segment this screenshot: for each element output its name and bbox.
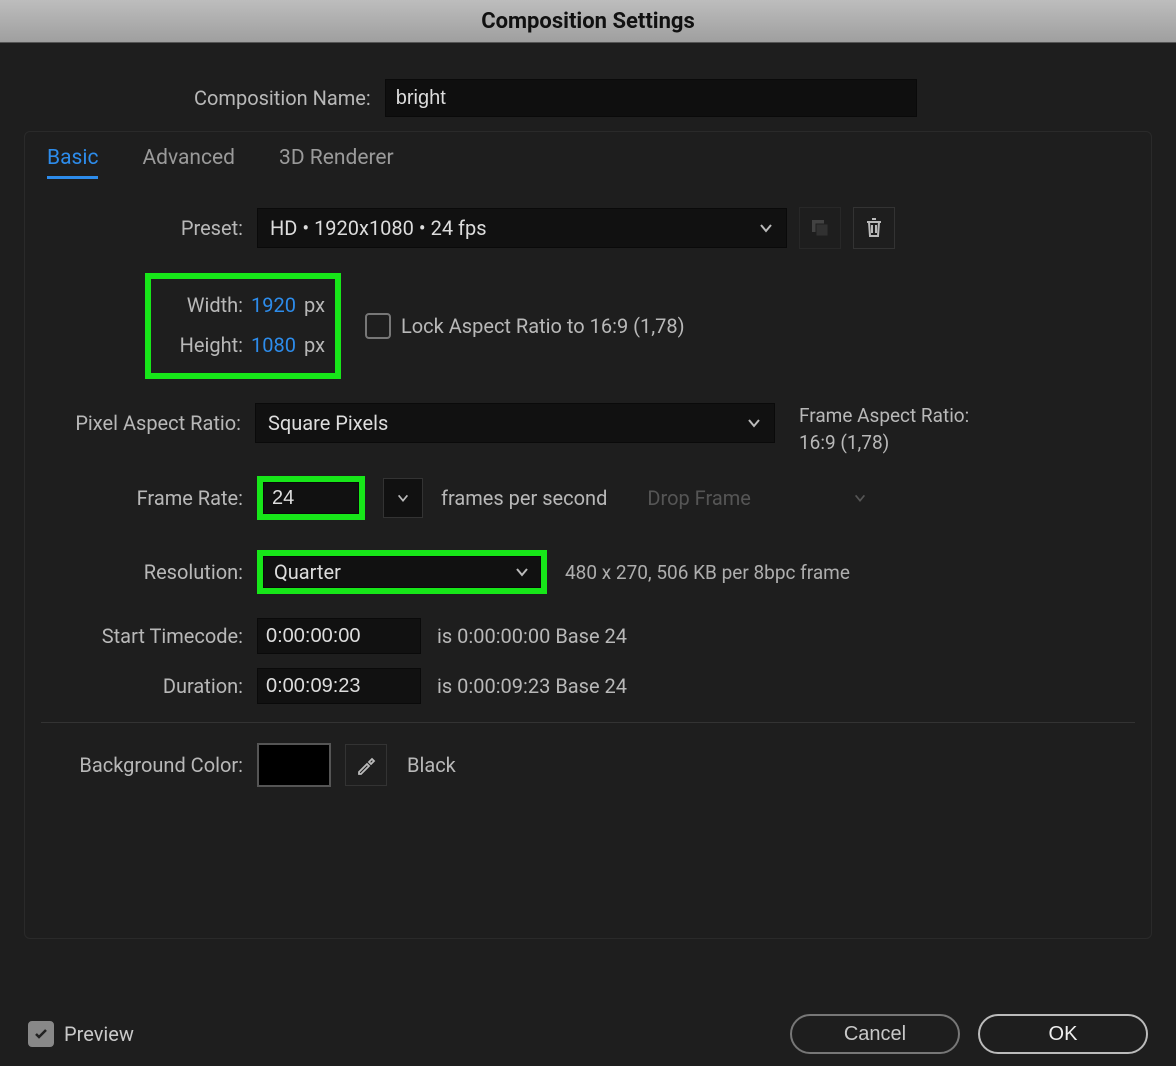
ok-button[interactable]: OK <box>978 1014 1148 1054</box>
trash-icon <box>864 217 884 239</box>
dialog-title: Composition Settings <box>0 0 1176 43</box>
resolution-value: Quarter <box>274 560 341 584</box>
tab-basic[interactable]: Basic <box>47 146 98 179</box>
start-timecode-input[interactable] <box>257 618 421 654</box>
duration-info: is 0:00:09:23 Base 24 <box>437 674 627 698</box>
frame-rate-highlight <box>257 476 365 520</box>
pixel-aspect-ratio-label: Pixel Aspect Ratio: <box>41 403 255 435</box>
drop-frame-select: Drop Frame <box>637 481 877 515</box>
composition-name-input[interactable] <box>385 79 917 117</box>
background-color-name: Black <box>407 753 456 777</box>
eyedropper-button[interactable] <box>345 744 387 786</box>
height-input[interactable]: 1080 <box>251 333 296 357</box>
chevron-down-icon <box>746 415 762 431</box>
background-color-swatch[interactable] <box>257 743 331 787</box>
duration-input[interactable] <box>257 668 421 704</box>
chevron-down-icon <box>853 491 867 505</box>
start-timecode-label: Start Timecode: <box>41 624 257 648</box>
resolution-info: 480 x 270, 506 KB per 8bpc frame <box>565 561 850 584</box>
height-label: Height: <box>180 333 243 357</box>
width-label: Width: <box>187 293 243 317</box>
lock-aspect-ratio-checkbox[interactable] <box>365 313 391 339</box>
frame-rate-label: Frame Rate: <box>41 486 257 510</box>
width-unit: px <box>304 293 325 317</box>
preview-checkbox[interactable] <box>28 1021 54 1047</box>
preset-label: Preset: <box>41 216 257 240</box>
lock-aspect-ratio-label: Lock Aspect Ratio to 16:9 (1,78) <box>401 314 685 338</box>
height-unit: px <box>304 333 325 357</box>
preview-label: Preview <box>64 1022 134 1046</box>
frame-rate-suffix: frames per second <box>441 486 607 510</box>
composition-name-label: Composition Name: <box>194 86 371 110</box>
pixel-aspect-ratio-value: Square Pixels <box>268 411 388 435</box>
pixel-aspect-ratio-select[interactable]: Square Pixels <box>255 403 775 443</box>
chevron-down-icon <box>396 491 410 505</box>
save-preset-button[interactable] <box>799 207 841 249</box>
divider <box>41 722 1135 723</box>
resolution-select[interactable]: Quarter <box>263 556 541 588</box>
width-input[interactable]: 1920 <box>251 293 296 317</box>
tab-3d-renderer[interactable]: 3D Renderer <box>279 146 394 179</box>
drop-frame-value: Drop Frame <box>647 486 751 510</box>
preset-value: HD • 1920x1080 • 24 fps <box>270 216 487 240</box>
resolution-label: Resolution: <box>41 560 257 584</box>
dimensions-highlight: Width: 1920 px Height: 1080 px <box>145 273 341 379</box>
settings-panel: Basic Advanced 3D Renderer Preset: HD • … <box>24 131 1152 939</box>
chevron-down-icon <box>758 220 774 236</box>
frame-rate-input[interactable] <box>263 482 359 514</box>
duration-label: Duration: <box>41 674 257 698</box>
frame-aspect-ratio-value: 16:9 (1,78) <box>799 430 969 457</box>
resolution-highlight: Quarter <box>257 550 547 594</box>
chevron-down-icon <box>514 564 530 580</box>
start-timecode-info: is 0:00:00:00 Base 24 <box>437 624 627 648</box>
delete-preset-button[interactable] <box>853 207 895 249</box>
background-color-label: Background Color: <box>41 753 257 777</box>
preset-select[interactable]: HD • 1920x1080 • 24 fps <box>257 208 787 248</box>
frame-aspect-ratio-label: Frame Aspect Ratio: <box>799 403 969 430</box>
cancel-button[interactable]: Cancel <box>790 1014 960 1054</box>
frame-rate-dropdown-button[interactable] <box>383 478 423 518</box>
eyedropper-icon <box>355 754 377 776</box>
tab-advanced[interactable]: Advanced <box>142 146 235 179</box>
